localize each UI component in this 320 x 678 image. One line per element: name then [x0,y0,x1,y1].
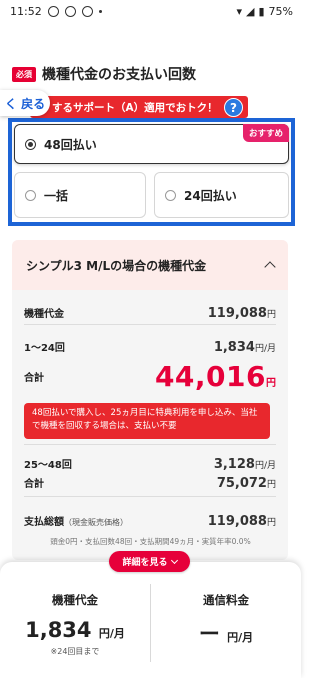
service-fee-summary: 通信料金 ー 円/月 [151,592,301,648]
subtotal-2-row: 合計 75,072円 [24,472,276,491]
months-1-24-row: 1〜24回 1,834円/月 [24,336,276,355]
subtotal-1-row: 合計 44,016円 [24,360,276,393]
card-title: シンプル3 M/Lの場合の機種代金 [26,258,207,273]
option-label: 48回払い [44,137,97,152]
months-1-24-unit: 円/月 [254,344,276,354]
device-fee-note: ※24回目まで [50,647,100,656]
wifi-icon: ▾ [236,4,243,18]
section-title: 機種代金のお支払い回数 [42,67,196,83]
device-price-value: 119,088 [207,306,267,321]
device-fee-title: 機種代金 [52,593,98,607]
grand-total-value: 119,088 [207,514,267,529]
required-badge: 必須 [12,66,36,82]
option-label: 24回払い [184,188,237,203]
months-25-48-label: 25〜48回 [24,460,72,471]
device-fee-summary: 機種代金 1,834 円/月 ※24回目まで [0,592,150,657]
radio-icon [165,189,176,201]
more-dot-icon [98,9,102,13]
device-price-unit: 円 [266,310,276,320]
recommended-badge: おすすめ [242,124,289,142]
subtotal-1-label: 合計 [24,373,44,384]
subtotal-1-value: 44,016 [154,360,266,393]
radio-icon [25,189,36,201]
service-fee-value: ー [198,622,220,646]
option-48-installments[interactable]: 48回払い おすすめ [14,124,289,164]
back-button[interactable]: く 戻る [0,90,50,116]
section-header: 必須 機種代金のお支払い回数 [12,64,196,84]
months-1-24-value: 1,834 [213,340,255,355]
divider [24,444,276,445]
grand-total-unit: 円 [266,518,276,528]
months-25-48-value: 3,128 [213,457,255,472]
option-label: 一括 [44,188,69,203]
status-bar: 11:52 ▾ ◢ ▮ 75% [0,0,301,22]
divider [24,324,276,325]
help-icon[interactable]: ? [224,98,243,117]
device-price-label: 機種代金 [24,309,64,320]
grand-total-label: 支払総額 [24,517,64,528]
chat-icon [47,5,59,17]
show-details-label: 詳細を見る [122,558,168,568]
chevron-up-icon[interactable] [264,261,276,273]
chevron-down-icon [170,556,178,564]
device-fee-value: 1,834 [25,618,92,642]
back-label: く 戻る [4,96,46,111]
return-benefit-notice: 48回払いで購入し、25ヵ月目に特典利用を申し込み、当社で機種を回収する場合は、… [24,403,270,439]
subtotal-2-unit: 円 [266,480,276,490]
status-time: 11:52 [10,4,42,18]
months-25-48-row: 25〜48回 3,128円/月 [24,453,276,472]
battery-level: 75% [268,4,293,18]
promo-banner: するサポート（A）適用でおトク！ [30,96,248,118]
message-icon [64,5,76,17]
service-fee-unit: 円/月 [227,631,254,644]
subtotal-1-unit: 円 [266,378,276,389]
divider [24,496,276,497]
payment-terms-footnote: 頭金0円・支払回数48回・支払期間49ヵ月・実質年率0.0% [50,537,251,546]
grand-total-row: 支払総額（現金販売価格） 119,088円 [24,510,276,529]
option-24-installments[interactable]: 24回払い [154,172,289,218]
signal-icon: ◢ [246,4,255,18]
option-lump-sum[interactable]: 一括 [14,172,146,218]
show-details-button[interactable]: 詳細を見る [109,551,190,572]
price-breakdown-card: シンプル3 M/Lの場合の機種代金 機種代金 119,088円 1〜24回 1,… [12,240,288,560]
grand-total-sub: （現金販売価格） [64,518,128,527]
bottom-summary-panel: 機種代金 1,834 円/月 ※24回目まで 通信料金 ー 円/月 [0,562,301,678]
app-icon [81,5,93,17]
radio-selected-icon [25,138,36,150]
device-fee-unit: 円/月 [98,627,125,640]
battery-icon: ▮ [258,4,265,18]
subtotal-2-label: 合計 [24,479,44,490]
card-header[interactable]: シンプル3 M/Lの場合の機種代金 [12,240,288,290]
device-price-row: 機種代金 119,088円 [24,302,276,321]
months-25-48-unit: 円/月 [254,461,276,471]
service-fee-title: 通信料金 [203,593,249,607]
months-1-24-label: 1〜24回 [24,343,65,354]
subtotal-2-value: 75,072 [216,476,267,491]
